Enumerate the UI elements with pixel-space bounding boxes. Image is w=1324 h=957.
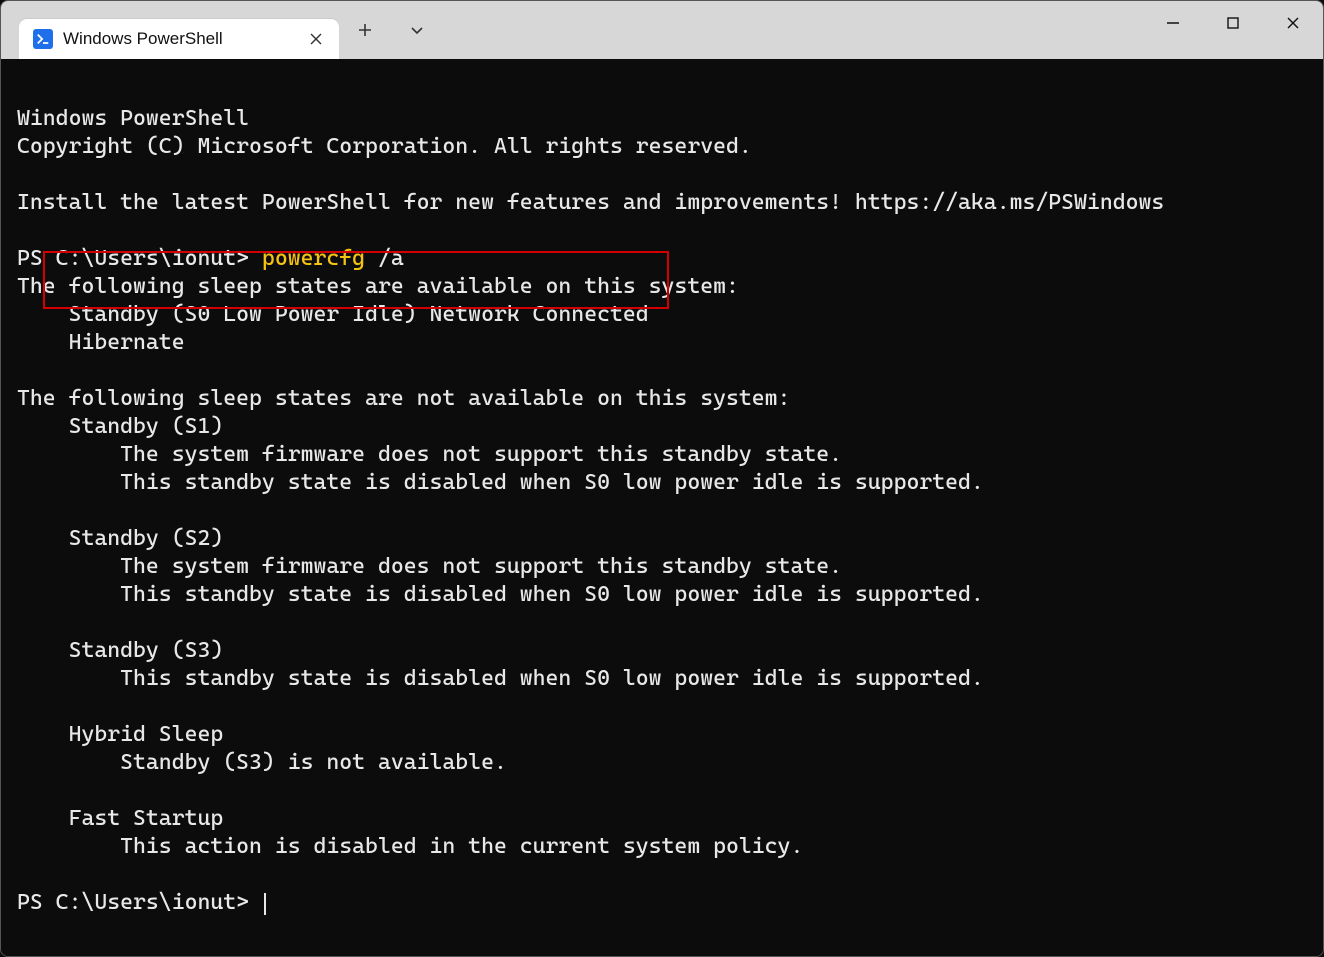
tab-close-button[interactable] xyxy=(303,26,329,52)
command-arg: /a xyxy=(365,246,404,271)
maximize-button[interactable] xyxy=(1203,1,1263,45)
terminal-line: This standby state is disabled when S0 l… xyxy=(17,470,984,495)
terminal-line: Standby (S3) is not available. xyxy=(17,750,507,775)
new-tab-button[interactable] xyxy=(339,1,391,59)
terminal-line: This standby state is disabled when S0 l… xyxy=(17,666,984,691)
terminal-line: Standby (S0 Low Power Idle) Network Conn… xyxy=(17,302,649,327)
terminal-line: Standby (S1) xyxy=(17,414,223,439)
powershell-icon xyxy=(33,29,53,49)
prompt-path: PS C:\Users\ionut> xyxy=(17,890,262,915)
close-icon xyxy=(310,33,322,45)
maximize-icon xyxy=(1226,16,1240,30)
cursor xyxy=(264,893,266,915)
terminal-line: This action is disabled in the current s… xyxy=(17,834,803,859)
terminal-window: Windows PowerShell Windows PowerSh xyxy=(0,0,1324,957)
terminal-line: The following sleep states are not avail… xyxy=(17,386,790,411)
terminal-line: Install the latest PowerShell for new fe… xyxy=(17,190,1164,215)
plus-icon xyxy=(357,22,373,38)
minimize-icon xyxy=(1166,16,1180,30)
tab-active[interactable]: Windows PowerShell xyxy=(19,19,339,59)
terminal-line: The system firmware does not support thi… xyxy=(17,554,842,579)
minimize-button[interactable] xyxy=(1143,1,1203,45)
terminal-line: Standby (S2) xyxy=(17,526,223,551)
tab-dropdown-button[interactable] xyxy=(391,1,443,59)
prompt-path: PS C:\Users\ionut> xyxy=(17,246,262,271)
window-controls xyxy=(1143,1,1323,59)
titlebar[interactable]: Windows PowerShell xyxy=(1,1,1323,59)
terminal-line: The following sleep states are available… xyxy=(17,274,739,299)
terminal-line: Hibernate xyxy=(17,330,185,355)
tab-row: Windows PowerShell xyxy=(1,1,339,59)
chevron-down-icon xyxy=(409,22,425,38)
terminal-content[interactable]: Windows PowerShell Copyright (C) Microso… xyxy=(1,59,1323,956)
window-close-button[interactable] xyxy=(1263,1,1323,45)
terminal-line: Copyright (C) Microsoft Corporation. All… xyxy=(17,134,752,159)
command-text: powercfg xyxy=(262,246,365,271)
terminal-line: Hybrid Sleep xyxy=(17,722,223,747)
close-icon xyxy=(1286,16,1300,30)
terminal-line: The system firmware does not support thi… xyxy=(17,442,842,467)
terminal-line: Windows PowerShell xyxy=(17,106,249,131)
titlebar-drag-region[interactable] xyxy=(443,1,1143,59)
terminal-line: Fast Startup xyxy=(17,806,223,831)
tab-title: Windows PowerShell xyxy=(63,29,293,49)
terminal-line: Standby (S3) xyxy=(17,638,223,663)
terminal-line: This standby state is disabled when S0 l… xyxy=(17,582,984,607)
